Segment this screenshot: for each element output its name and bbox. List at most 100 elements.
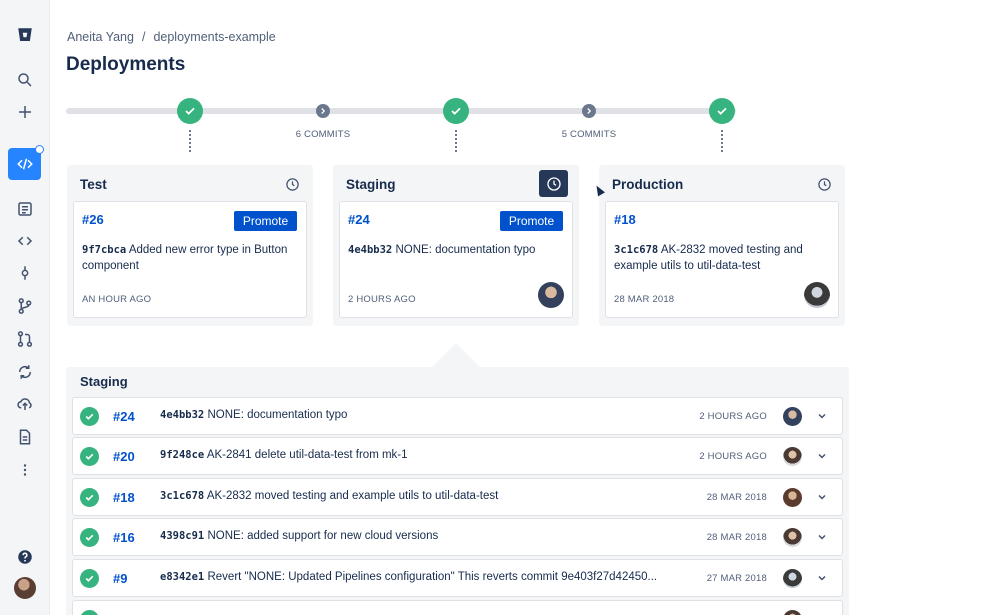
deploy-time: 2 HOURS AGO	[699, 411, 767, 422]
commit-hash[interactable]: 9f248ce	[160, 449, 204, 461]
commit-hash[interactable]: 4e4bb32	[348, 244, 392, 256]
deployments-icon[interactable]	[13, 392, 37, 416]
commit-hash[interactable]: 3c1c678	[614, 244, 658, 256]
chevron-down-icon[interactable]	[816, 572, 828, 584]
commit-text: NONE: documentation typo	[395, 244, 536, 256]
user-avatar[interactable]	[14, 577, 36, 599]
chevron-down-icon[interactable]	[816, 491, 828, 503]
page-title: Deployments	[66, 54, 186, 75]
commit-message: 9f7cbca Added new error type in Button c…	[82, 242, 300, 274]
commit-message: 4e4bb32 NONE: documentation typo	[160, 409, 680, 421]
pipelines-icon[interactable]	[13, 360, 37, 384]
commits-icon[interactable]	[13, 261, 37, 285]
clock-icon[interactable]	[283, 175, 301, 193]
source-code-icon[interactable]	[8, 145, 44, 180]
breadcrumb: Aneita Yang / deployments-example	[67, 30, 276, 44]
chevron-down-icon[interactable]	[816, 450, 828, 462]
commit-hash[interactable]: 9f7cbca	[82, 244, 126, 256]
commits-chevron-icon[interactable]	[316, 104, 330, 118]
code-icon[interactable]	[13, 229, 37, 253]
promote-button[interactable]: Promote	[500, 211, 563, 231]
commit-hash[interactable]: 3c1c678	[160, 490, 204, 502]
avatar	[783, 569, 802, 588]
deployment-number[interactable]: #16	[113, 530, 135, 545]
success-icon	[80, 610, 99, 615]
success-icon	[80, 528, 99, 547]
table-row[interactable]: #24 4e4bb32 NONE: documentation typo 2 H…	[72, 397, 843, 435]
deployment-number[interactable]: #9	[113, 571, 127, 586]
deployment-number[interactable]: #20	[113, 449, 135, 464]
deployment-summary[interactable]: #18 3c1c678 AK-2832 moved testing and ex…	[605, 201, 839, 318]
env-card-production: Production #18 3c1c678 AK-2832 moved tes…	[599, 165, 845, 326]
help-icon[interactable]	[13, 545, 37, 569]
deployment-number[interactable]: #24	[113, 409, 135, 424]
commit-text: NONE: added support for new cloud versio…	[207, 530, 439, 542]
table-row[interactable]: #18 3c1c678 AK-2832 moved testing and ex…	[72, 478, 843, 516]
env-name: Staging	[346, 177, 396, 192]
search-icon[interactable]	[13, 68, 37, 92]
commit-text: Revert "NONE: Updated Pipelines configur…	[207, 571, 658, 583]
commit-text: NONE: documentation typo	[207, 409, 348, 421]
staging-deployments-panel: Staging #24 4e4bb32 NONE: documentation …	[66, 367, 849, 615]
chevron-down-icon[interactable]	[816, 410, 828, 422]
env-name: Production	[612, 177, 684, 192]
deployment-number[interactable]: #26	[82, 212, 104, 227]
commits-chevron-icon[interactable]	[582, 104, 596, 118]
connector-dots	[189, 130, 191, 154]
bitbucket-logo-icon[interactable]	[13, 23, 37, 47]
breadcrumb-separator: /	[141, 30, 146, 44]
branches-icon[interactable]	[13, 294, 37, 318]
deployment-number[interactable]: #18	[614, 212, 636, 227]
avatar	[783, 488, 802, 507]
deployment-summary[interactable]: #24 Promote 4e4bb32 NONE: documentation …	[339, 201, 573, 318]
success-icon	[80, 569, 99, 588]
clock-icon[interactable]	[815, 175, 833, 193]
commit-hash[interactable]: 4e4bb32	[160, 409, 204, 421]
connector-dots	[721, 130, 723, 154]
deploy-time: 28 MAR 2018	[614, 294, 675, 305]
production-success-icon	[709, 98, 735, 124]
breadcrumb-user[interactable]: Aneita Yang	[67, 30, 134, 44]
more-icon[interactable]	[13, 458, 37, 482]
avatar	[783, 610, 802, 615]
deploy-time: 27 MAR 2018	[706, 573, 767, 584]
env-card-test: Test #26 Promote 9f7cbca Added new error…	[67, 165, 313, 326]
commit-count-test-staging[interactable]: 6 COMMITS	[273, 129, 373, 140]
deployment-number[interactable]: #24	[348, 212, 370, 227]
commit-text: AK-2832 moved testing and example utils …	[206, 490, 499, 502]
commit-hash[interactable]: 4398c91	[160, 530, 204, 542]
commit-message: 3c1c678 AK-2832 moved testing and exampl…	[614, 242, 832, 274]
breadcrumb-repo[interactable]: deployments-example	[153, 30, 275, 44]
deploy-time: 28 MAR 2018	[706, 492, 767, 503]
deployment-number[interactable]: #18	[113, 490, 135, 505]
table-row[interactable]: #9 e8342e1 Revert "NONE: Updated Pipelin…	[72, 559, 843, 597]
global-sidebar	[0, 0, 50, 615]
commit-message: 9f248ce AK-2841 delete util-data-test fr…	[160, 449, 680, 461]
avatar	[783, 447, 802, 466]
avatar	[538, 282, 564, 308]
staging-success-icon	[443, 98, 469, 124]
commit-count-staging-production[interactable]: 5 COMMITS	[539, 129, 639, 140]
table-row[interactable]: #16 4398c91 NONE: added support for new …	[72, 518, 843, 556]
commit-hash[interactable]: e8342e1	[160, 571, 204, 583]
clock-icon[interactable]	[539, 170, 568, 197]
commit-text: AK-2841 delete util-data-test from mk-1	[206, 449, 408, 461]
success-icon	[80, 447, 99, 466]
commit-message: 4e4bb32 NONE: documentation typo	[348, 242, 566, 258]
chevron-down-icon[interactable]	[816, 531, 828, 543]
pull-requests-icon[interactable]	[13, 327, 37, 351]
test-success-icon	[177, 98, 203, 124]
lock-icon	[35, 145, 44, 154]
table-row[interactable]: #20 9f248ce AK-2841 delete util-data-tes…	[72, 437, 843, 475]
plus-icon[interactable]	[13, 100, 37, 124]
promote-button[interactable]: Promote	[234, 211, 297, 231]
avatar	[783, 407, 802, 426]
commit-message: 4398c91 NONE: added support for new clou…	[160, 530, 680, 542]
overview-icon[interactable]	[13, 197, 37, 221]
table-row[interactable]	[72, 600, 843, 615]
downloads-icon[interactable]	[13, 425, 37, 449]
commit-message: 3c1c678 AK-2832 moved testing and exampl…	[160, 490, 680, 502]
avatar	[783, 528, 802, 547]
deployment-summary[interactable]: #26 Promote 9f7cbca Added new error type…	[73, 201, 307, 318]
success-icon	[80, 407, 99, 426]
